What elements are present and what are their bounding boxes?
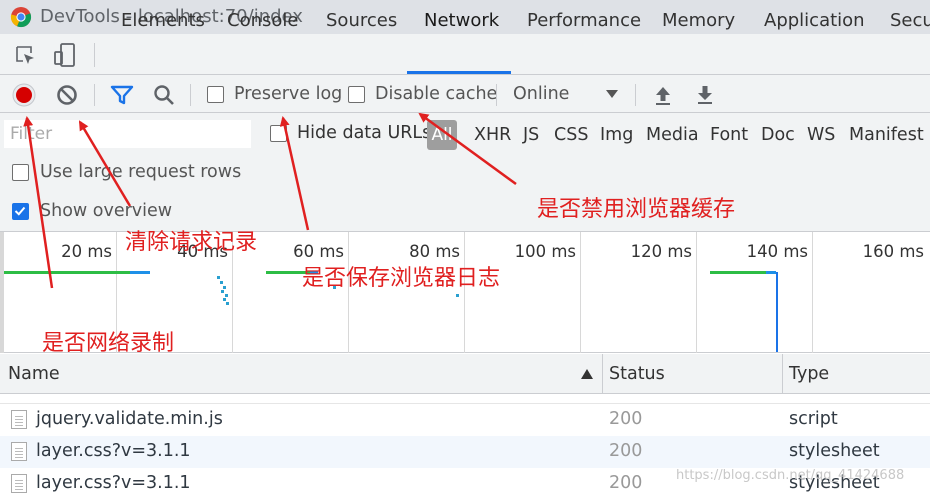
annotation-clear: 清除请求记录 [125,230,258,255]
watermark: https://blog.csdn.net/qq_41424688 [676,468,905,483]
annotation-preserve-log: 是否保存浏览器日志 [302,266,501,291]
annotation-disable-cache: 是否禁用浏览器缓存 [537,197,736,222]
annotation-record: 是否网络录制 [42,331,175,356]
